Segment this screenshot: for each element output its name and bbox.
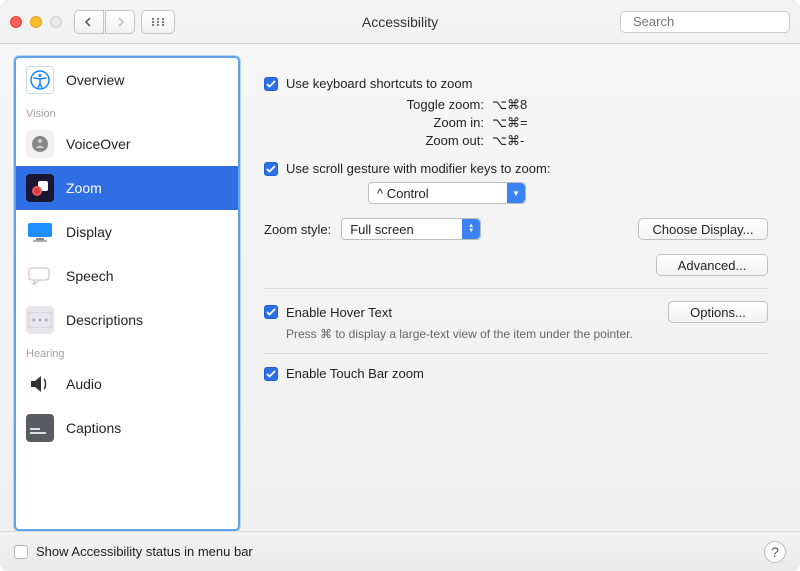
sidebar-item-label: Captions (66, 420, 121, 436)
sidebar-item-audio[interactable]: Audio (16, 362, 238, 406)
zoom-settings-pane: Use keyboard shortcuts to zoom Toggle zo… (254, 56, 786, 531)
display-icon (26, 218, 54, 246)
sidebar: Overview Vision VoiceOver Zoom (14, 56, 240, 531)
descriptions-icon (26, 306, 54, 334)
speech-icon (26, 262, 54, 290)
use-scroll-gesture-checkbox[interactable] (264, 162, 278, 176)
forward-button[interactable] (105, 10, 135, 34)
zoom-style-row: Zoom style: Full screen Choose Display..… (264, 218, 768, 240)
check-icon (266, 79, 276, 89)
use-keyboard-shortcuts-checkbox[interactable] (264, 77, 278, 91)
close-icon[interactable] (10, 16, 22, 28)
divider (264, 353, 768, 354)
zoom-style-label: Zoom style: (264, 222, 331, 237)
help-icon: ? (771, 544, 779, 560)
sidebar-item-label: Zoom (66, 180, 102, 196)
preferences-window: Accessibility Overview Vision (0, 0, 800, 571)
use-keyboard-shortcuts-row: Use keyboard shortcuts to zoom (264, 76, 768, 91)
traffic-lights (10, 16, 62, 28)
chevron-left-icon (84, 17, 94, 27)
modifier-key-select[interactable]: ^ Control (368, 182, 526, 204)
footer: Show Accessibility status in menu bar ? (0, 531, 800, 571)
zoom-style-select[interactable]: Full screen (341, 218, 481, 240)
sidebar-item-label: Overview (66, 72, 124, 88)
check-icon (266, 164, 276, 174)
hover-text-checkbox[interactable] (264, 305, 278, 319)
zoom-style-value: Full screen (350, 222, 414, 237)
zoom-icon (26, 174, 54, 202)
sidebar-item-label: VoiceOver (66, 136, 131, 152)
sidebar-item-label: Speech (66, 268, 113, 284)
zoom-in-label: Zoom in: (354, 115, 484, 131)
fullscreen-icon (50, 16, 62, 28)
sidebar-item-label: Display (66, 224, 112, 240)
nav-buttons (74, 10, 135, 34)
show-status-checkbox[interactable] (14, 545, 28, 559)
check-icon (266, 369, 276, 379)
zoom-in-value: ⌥⌘= (492, 115, 768, 131)
toggle-zoom-label: Toggle zoom: (354, 97, 484, 113)
search-input[interactable] (631, 13, 800, 30)
sidebar-item-label: Audio (66, 376, 102, 392)
use-keyboard-shortcuts-label: Use keyboard shortcuts to zoom (286, 76, 472, 91)
divider (264, 288, 768, 289)
search-field[interactable] (620, 11, 790, 33)
toggle-zoom-value: ⌥⌘8 (492, 97, 768, 113)
show-all-button[interactable] (141, 10, 175, 34)
sidebar-section-hearing: Hearing (16, 342, 238, 362)
audio-icon (26, 370, 54, 398)
accessibility-icon (26, 66, 54, 94)
captions-icon (26, 414, 54, 442)
choose-display-button[interactable]: Choose Display... (638, 218, 768, 240)
check-icon (266, 307, 276, 317)
zoom-out-label: Zoom out: (354, 133, 484, 149)
back-button[interactable] (74, 10, 104, 34)
hover-text-row: Enable Hover Text Options... (264, 301, 768, 323)
sidebar-item-voiceover[interactable]: VoiceOver (16, 122, 238, 166)
sidebar-item-descriptions[interactable]: Descriptions (16, 298, 238, 342)
sidebar-item-label: Descriptions (66, 312, 143, 328)
show-status-label: Show Accessibility status in menu bar (36, 544, 253, 559)
help-button[interactable]: ? (764, 541, 786, 563)
touchbar-zoom-checkbox[interactable] (264, 367, 278, 381)
hover-hint: Press ⌘ to display a large-text view of … (286, 327, 768, 341)
dropdown-arrow-icon (507, 183, 525, 203)
titlebar: Accessibility (0, 0, 800, 44)
chevron-right-icon (115, 17, 125, 27)
shortcuts-block: Toggle zoom: ⌥⌘8 Zoom in: ⌥⌘= Zoom out: … (354, 97, 768, 149)
touchbar-zoom-row: Enable Touch Bar zoom (264, 366, 768, 381)
zoom-out-value: ⌥⌘- (492, 133, 768, 149)
hover-options-button[interactable]: Options... (668, 301, 768, 323)
stepper-arrows-icon (462, 219, 480, 239)
sidebar-item-display[interactable]: Display (16, 210, 238, 254)
touchbar-zoom-label: Enable Touch Bar zoom (286, 366, 424, 381)
minimize-icon[interactable] (30, 16, 42, 28)
modifier-key-value: ^ Control (377, 186, 429, 201)
grid-icon (151, 17, 165, 27)
sidebar-item-speech[interactable]: Speech (16, 254, 238, 298)
sidebar-item-captions[interactable]: Captions (16, 406, 238, 450)
use-scroll-gesture-label: Use scroll gesture with modifier keys to… (286, 161, 550, 176)
use-scroll-gesture-row: Use scroll gesture with modifier keys to… (264, 161, 768, 176)
sidebar-item-overview[interactable]: Overview (16, 58, 238, 102)
voiceover-icon (26, 130, 54, 158)
hover-text-label: Enable Hover Text (286, 305, 392, 320)
sidebar-section-vision: Vision (16, 102, 238, 122)
sidebar-item-zoom[interactable]: Zoom (16, 166, 238, 210)
advanced-button[interactable]: Advanced... (656, 254, 768, 276)
body: Overview Vision VoiceOver Zoom (0, 44, 800, 531)
